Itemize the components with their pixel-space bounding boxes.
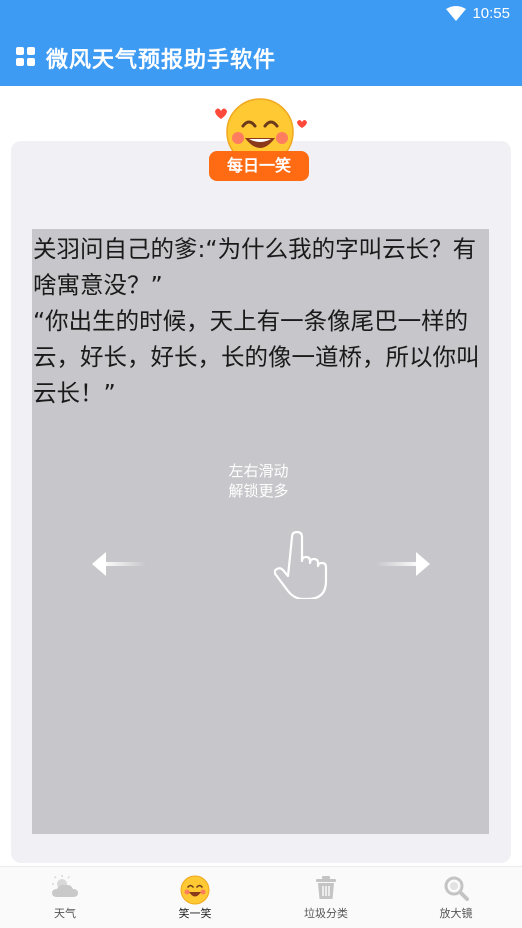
tab-magnifier[interactable]: 放大镜 [391,867,521,928]
status-time: 10:55 [472,5,510,22]
daily-joke-badge: 每日一笑 [205,96,315,186]
bottom-tab-bar: 天气 笑一笑 垃圾分类 放大镜 [0,866,522,928]
swipe-hint-line2: 解锁更多 [228,482,289,500]
arrow-right-icon [376,552,430,576]
tab-magnifier-label: 放大镜 [439,907,473,920]
tab-smile-label: 笑一笑 [178,907,212,920]
status-bar: 10:55 [0,0,522,30]
smile-icon [180,875,210,905]
tab-trash[interactable]: 垃圾分类 [261,867,391,928]
arrow-left-icon [92,552,146,576]
daily-joke-label: 每日一笑 [209,151,309,181]
weather-icon [52,875,78,897]
tab-smile[interactable]: 笑一笑 [130,867,260,928]
magnifier-icon [444,876,469,901]
swipe-hand-icon [274,531,328,599]
wifi-icon [446,6,466,21]
app-bar: 微风天气预报助手软件 [0,30,522,86]
swipe-hint: 左右滑动 解锁更多 [200,461,317,501]
trash-icon [316,876,336,899]
swipe-hint-line1: 左右滑动 [228,462,289,480]
joke-text: 关羽问自己的爹:“为什么我的字叫云长？有啥寓意没？” “你出生的时候，天上有一条… [33,235,480,407]
page-title: 微风天气预报助手软件 [46,48,277,73]
tab-trash-label: 垃圾分类 [304,907,348,920]
apps-menu-icon[interactable] [16,47,36,67]
tab-weather-label: 天气 [54,907,76,920]
tab-weather[interactable]: 天气 [0,867,130,928]
